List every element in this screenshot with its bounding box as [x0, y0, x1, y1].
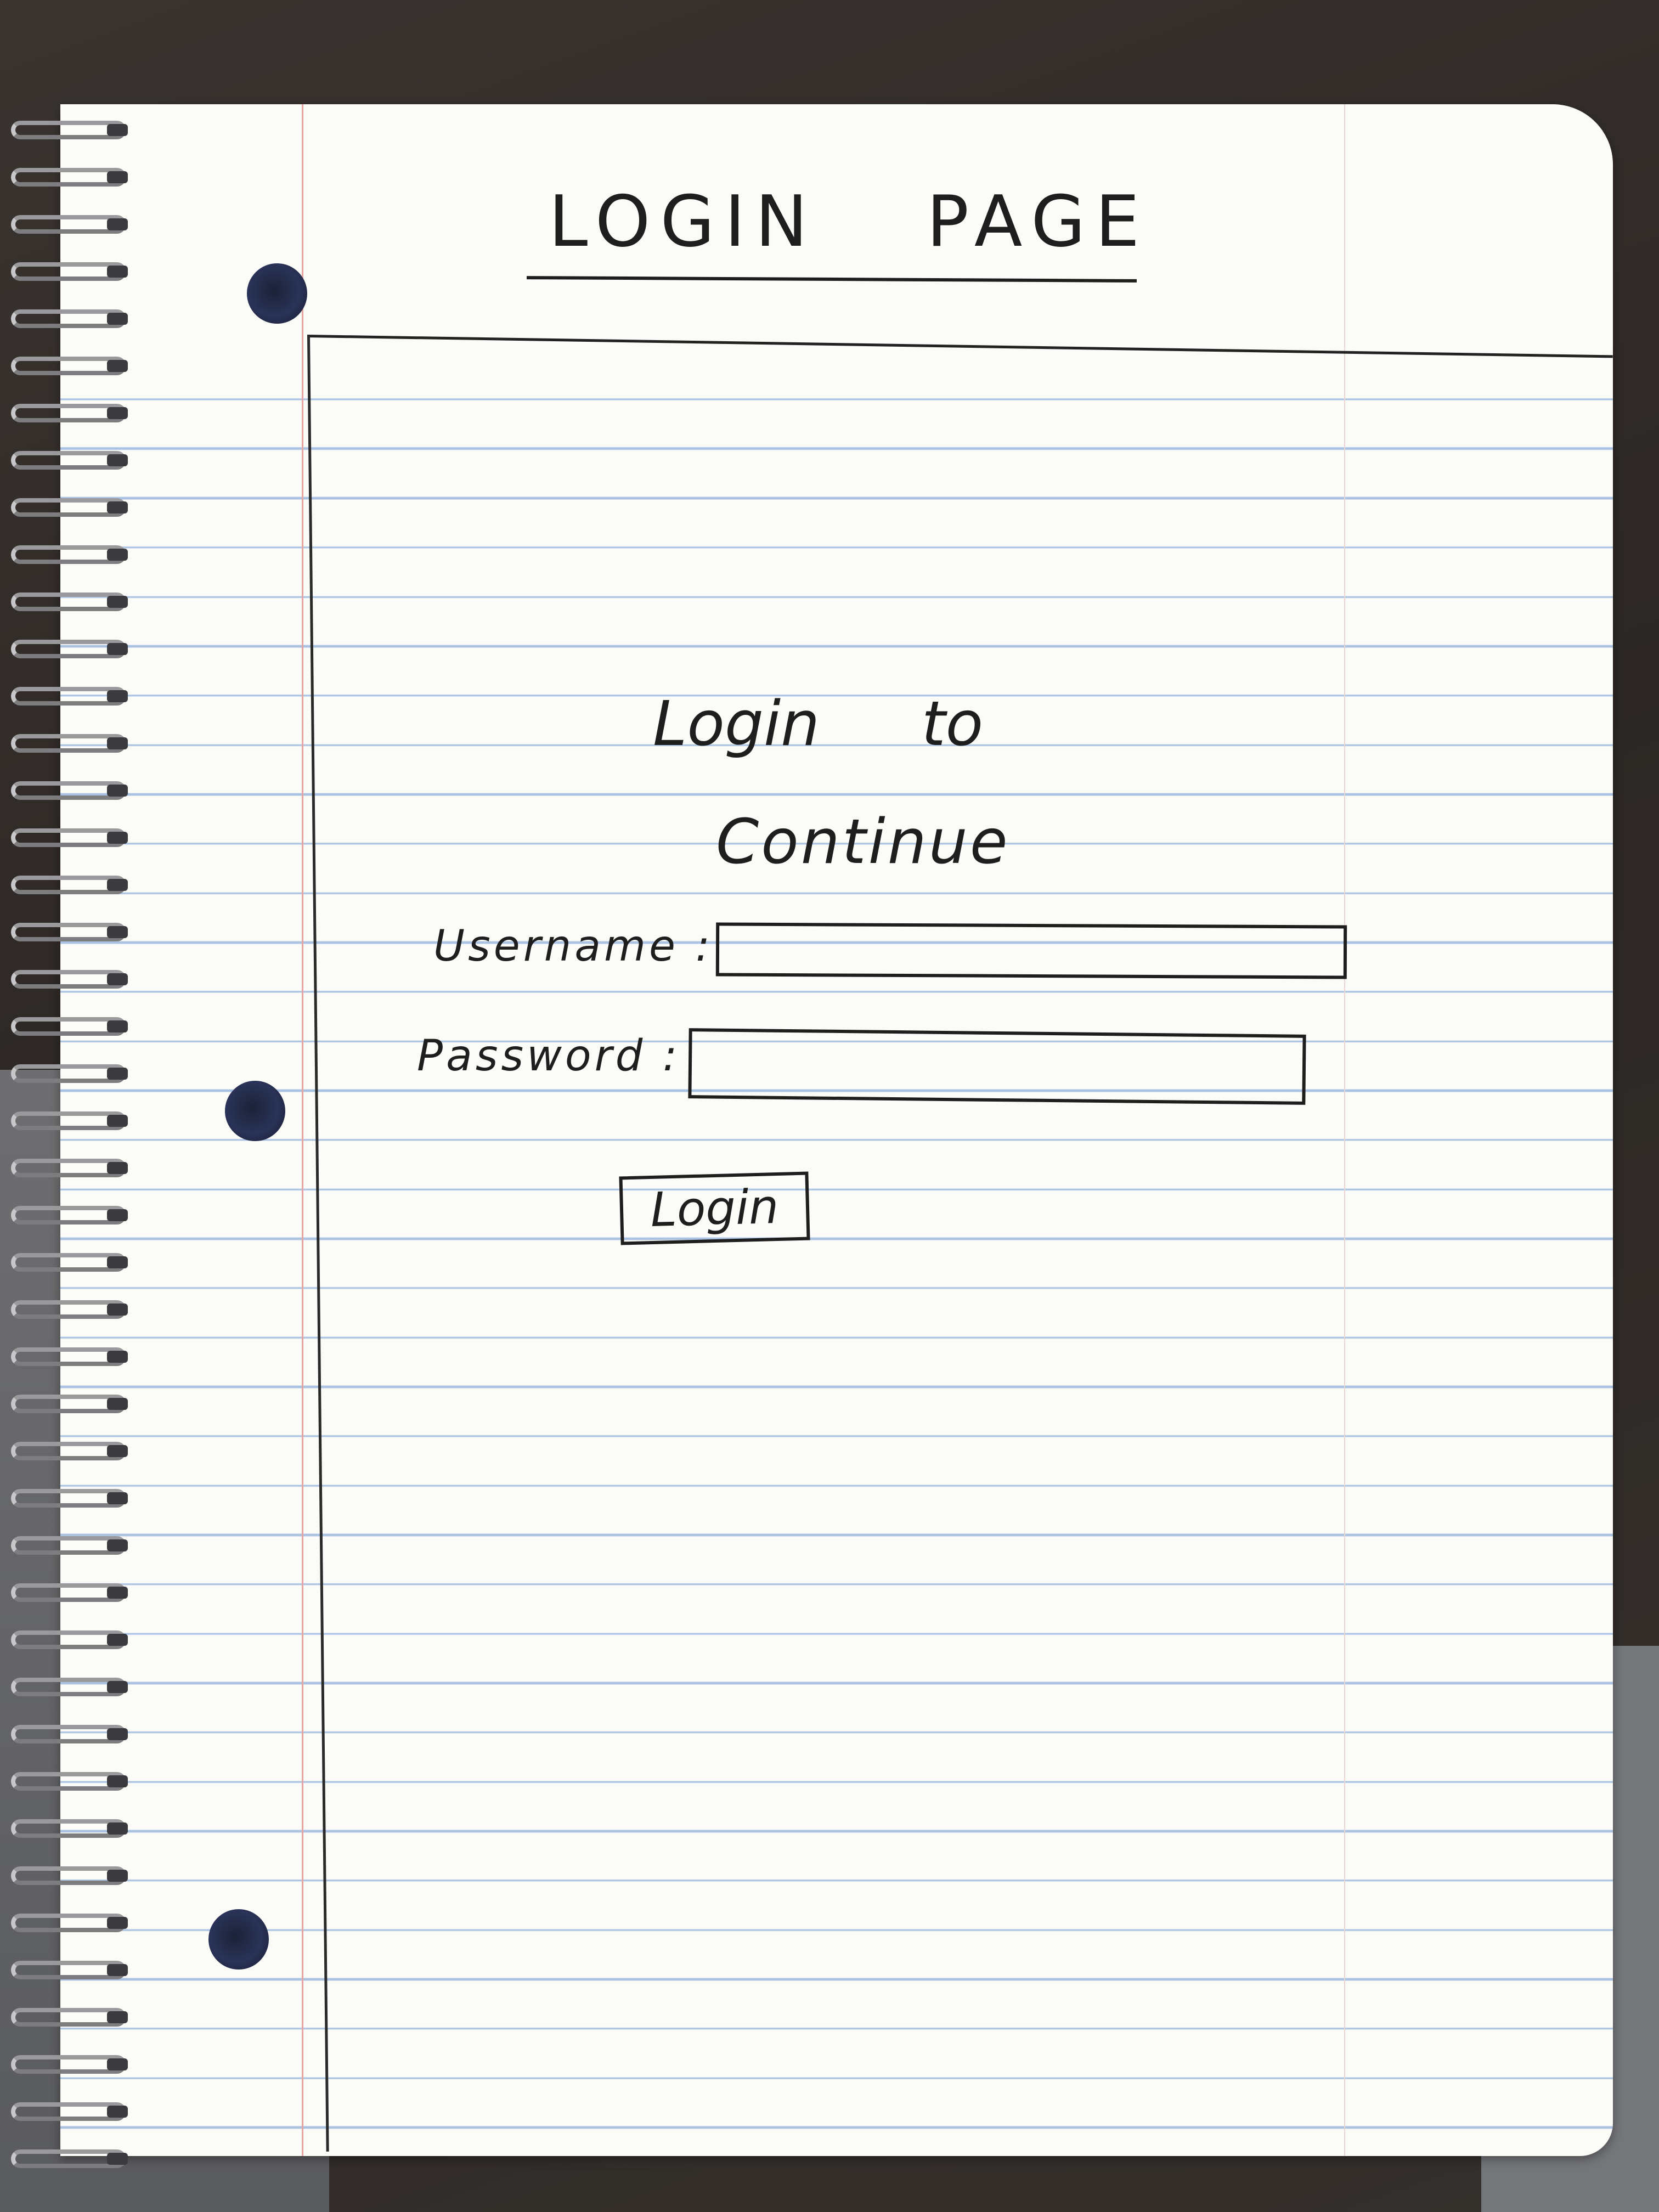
login-button[interactable]: Login: [619, 1171, 810, 1245]
spiral-punch: [107, 785, 128, 797]
spiral-punch: [107, 1539, 128, 1551]
spiral-punch: [107, 2058, 128, 2070]
spiral-punch: [107, 549, 128, 561]
spiral-punch: [107, 454, 128, 466]
spiral-punch: [107, 1964, 128, 1976]
spiral-punch: [107, 1445, 128, 1457]
spiral-punch: [107, 1068, 128, 1080]
spiral-punch: [107, 1492, 128, 1504]
login-heading-line1: Login to: [653, 689, 984, 760]
spiral-punch: [107, 1256, 128, 1268]
spiral-punch: [107, 2011, 128, 2023]
spiral-punch: [107, 926, 128, 938]
spiral-punch: [107, 1681, 128, 1693]
binder-hole: [247, 263, 307, 324]
spiral-punch: [107, 596, 128, 608]
spiral-punch: [107, 218, 128, 230]
spiral-punch: [107, 1020, 128, 1032]
spiral-punch: [107, 1398, 128, 1410]
binder-hole: [225, 1081, 285, 1141]
spiral-punch: [107, 407, 128, 419]
spiral-punch: [107, 1822, 128, 1835]
spiral-punch: [107, 1162, 128, 1174]
spiral-punch: [107, 643, 128, 655]
username-label: Username :: [433, 922, 714, 971]
margin-line: [302, 104, 303, 2156]
page-title: LOGIN PAGE: [549, 181, 1150, 263]
spiral-punch: [107, 2153, 128, 2165]
ruled-lines: [60, 104, 1613, 2156]
spiral-punch: [107, 313, 128, 325]
spiral-punch: [107, 266, 128, 278]
spiral-punch: [107, 690, 128, 702]
spiral-punch: [107, 1870, 128, 1882]
spiral-punch: [107, 171, 128, 183]
notebook-page: [60, 104, 1613, 2156]
spiral-punch: [107, 124, 128, 136]
spiral-punch: [107, 1304, 128, 1316]
spiral-punch: [107, 2106, 128, 2118]
right-guide-line: [1344, 104, 1345, 2156]
spiral-punch: [107, 1351, 128, 1363]
spiral-punch: [107, 1587, 128, 1599]
notebook-spiral: [0, 82, 143, 2168]
spiral-punch: [107, 1634, 128, 1646]
password-input[interactable]: [688, 1028, 1306, 1105]
spiral-punch: [107, 832, 128, 844]
spiral-punch: [107, 1115, 128, 1127]
spiral-punch: [107, 737, 128, 749]
spiral-punch: [107, 501, 128, 514]
spiral-punch: [107, 1775, 128, 1787]
spiral-punch: [107, 973, 128, 985]
password-label: Password :: [417, 1031, 681, 1081]
spiral-punch: [107, 360, 128, 372]
spiral-punch: [107, 1728, 128, 1740]
spiral-punch: [107, 879, 128, 891]
spiral-punch: [107, 1209, 128, 1221]
spiral-punch: [107, 1917, 128, 1929]
login-heading-line2: Continue: [716, 806, 1010, 878]
username-input[interactable]: [715, 922, 1347, 979]
binder-hole: [208, 1909, 269, 1970]
